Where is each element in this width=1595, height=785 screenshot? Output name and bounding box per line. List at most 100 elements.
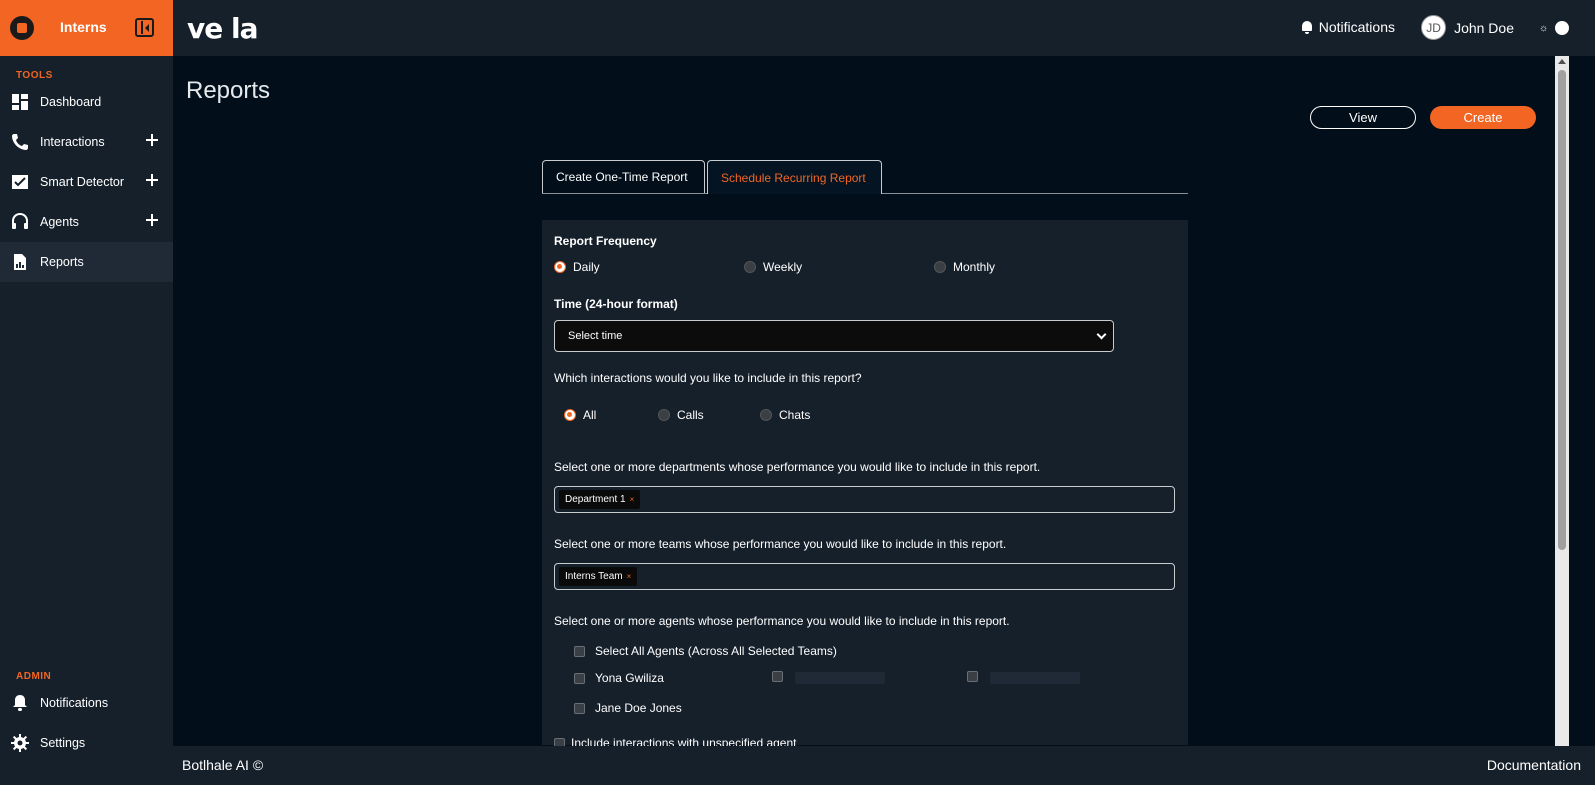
report-icon: [14, 254, 26, 270]
user-name: John Doe: [1454, 19, 1514, 36]
org-name: Interns: [60, 19, 107, 35]
view-button[interactable]: View: [1310, 106, 1416, 129]
scroll-up-arrow-icon[interactable]: [1558, 59, 1566, 64]
footer-copyright: Botlhale AI ©: [182, 757, 264, 773]
time-select[interactable]: Select time: [554, 320, 1114, 352]
sidebar-item-notifications[interactable]: Notifications: [0, 683, 173, 723]
agents-question: Select one or more agents whose performa…: [554, 614, 1010, 628]
gear-icon: [11, 734, 29, 752]
sidebar-item-settings[interactable]: Settings: [0, 723, 173, 763]
expand-plus-icon[interactable]: [146, 214, 158, 226]
checkbox[interactable]: [772, 671, 783, 682]
radio-button[interactable]: [934, 261, 946, 273]
radio-monthly[interactable]: Monthly: [934, 260, 995, 274]
sidebar: TOOLS Dashboard Interactions Smart Detec…: [0, 56, 173, 785]
radio-label: All: [583, 408, 597, 422]
checkbox-label: Select All Agents (Across All Selected T…: [595, 644, 837, 658]
org-logo-icon: [10, 16, 34, 40]
interactions-question: Which interactions would you like to inc…: [554, 371, 862, 385]
radio-button[interactable]: [744, 261, 756, 273]
checkbox-label: Jane Doe Jones: [595, 701, 682, 715]
sidebar-item-agents[interactable]: Agents: [0, 202, 173, 242]
chip-remove-icon[interactable]: ×: [630, 495, 635, 504]
admin-section-label: ADMIN: [16, 671, 52, 682]
redacted-agent-name: [990, 672, 1080, 684]
toggle-knob: [1555, 21, 1569, 35]
documentation-link[interactable]: Documentation: [1487, 757, 1581, 773]
checkbox-agent[interactable]: Jane Doe Jones: [574, 701, 682, 715]
checkbox[interactable]: [574, 645, 585, 657]
chevron-down-icon: [1096, 329, 1107, 340]
teams-question: Select one or more teams whose performan…: [554, 537, 1007, 551]
tools-section-label: TOOLS: [16, 70, 53, 81]
checkbox[interactable]: [574, 672, 585, 684]
schedule-form: Report Frequency Daily Weekly Monthly Ti…: [542, 220, 1188, 750]
redacted-agent-name: [795, 672, 885, 684]
tab-schedule-recurring-report[interactable]: Schedule Recurring Report: [707, 160, 882, 194]
phone-icon: [12, 134, 28, 150]
departments-question: Select one or more departments whose per…: [554, 460, 1041, 474]
sidebar-item-reports[interactable]: Reports: [0, 242, 173, 282]
sidebar-item-label: Interactions: [40, 135, 105, 149]
notifications-label: Notifications: [1318, 19, 1395, 35]
sidebar-item-label: Dashboard: [40, 95, 102, 109]
headset-icon: [12, 213, 28, 229]
avatar: JD: [1421, 15, 1447, 40]
checkbox-label: Yona Gwiliza: [595, 671, 664, 685]
footer: Botlhale AI © Documentation: [173, 746, 1595, 785]
radio-calls[interactable]: Calls: [658, 408, 704, 422]
radio-label: Monthly: [953, 260, 996, 274]
sidebar-item-smart-detector[interactable]: Smart Detector: [0, 162, 173, 202]
teams-multiselect[interactable]: Interns Team ×: [554, 563, 1175, 590]
notifications-button[interactable]: Notifications: [1301, 19, 1395, 35]
sidebar-item-dashboard[interactable]: Dashboard: [0, 82, 173, 122]
chip-label: Department 1: [565, 494, 626, 505]
brand-logo: ve la: [187, 12, 258, 45]
sidebar-item-interactions[interactable]: Interactions: [0, 122, 173, 162]
sidebar-item-label: Reports: [40, 255, 84, 269]
checkbox-select-all-agents[interactable]: Select All Agents (Across All Selected T…: [574, 644, 837, 658]
sidebar-item-label: Notifications: [40, 696, 109, 710]
radio-label: Calls: [677, 408, 704, 422]
radio-label: Daily: [573, 260, 600, 274]
radio-label: Chats: [779, 408, 811, 422]
radio-button[interactable]: [760, 409, 772, 421]
bell-icon: [13, 695, 27, 711]
expand-plus-icon[interactable]: [146, 134, 158, 146]
sun-icon: ☼: [1539, 23, 1549, 34]
create-button[interactable]: Create: [1430, 106, 1536, 129]
checkbox-agent-redacted[interactable]: [772, 671, 793, 682]
radio-all[interactable]: All: [564, 408, 596, 422]
radio-button[interactable]: [554, 261, 566, 273]
user-menu[interactable]: JD John Doe: [1421, 15, 1514, 40]
radio-daily[interactable]: Daily: [554, 260, 600, 274]
radio-weekly[interactable]: Weekly: [744, 260, 802, 274]
dashboard-icon: [12, 94, 28, 110]
checkbox-agent[interactable]: Yona Gwiliza: [574, 671, 664, 685]
scrollbar-thumb[interactable]: [1558, 70, 1566, 550]
bell-icon: [1301, 20, 1313, 34]
radio-button[interactable]: [564, 409, 576, 421]
checkbox[interactable]: [967, 671, 978, 682]
radio-label: Weekly: [763, 260, 803, 274]
department-chip: Department 1 ×: [559, 490, 641, 509]
expand-plus-icon[interactable]: [146, 174, 158, 186]
departments-multiselect[interactable]: Department 1 ×: [554, 486, 1175, 513]
collapse-sidebar-icon[interactable]: [135, 18, 154, 37]
frequency-label: Report Frequency: [554, 234, 657, 248]
page-title: Reports: [186, 77, 271, 104]
time-label: Time (24-hour format): [554, 297, 678, 311]
chip-remove-icon[interactable]: ×: [627, 572, 632, 581]
tab-create-one-time-report[interactable]: Create One-Time Report: [542, 160, 705, 193]
theme-toggle[interactable]: ☼: [1539, 21, 1569, 35]
sidebar-item-label: Smart Detector: [40, 175, 125, 189]
checkbox-agent-redacted[interactable]: [967, 671, 988, 682]
team-chip: Interns Team ×: [559, 567, 638, 586]
radio-button[interactable]: [658, 409, 670, 421]
sidebar-item-label: Settings: [40, 736, 86, 750]
checkbox[interactable]: [574, 702, 585, 714]
sidebar-item-label: Agents: [40, 215, 79, 229]
chip-label: Interns Team: [565, 571, 623, 582]
radio-chats[interactable]: Chats: [760, 408, 810, 422]
chart-check-icon: [12, 175, 28, 189]
